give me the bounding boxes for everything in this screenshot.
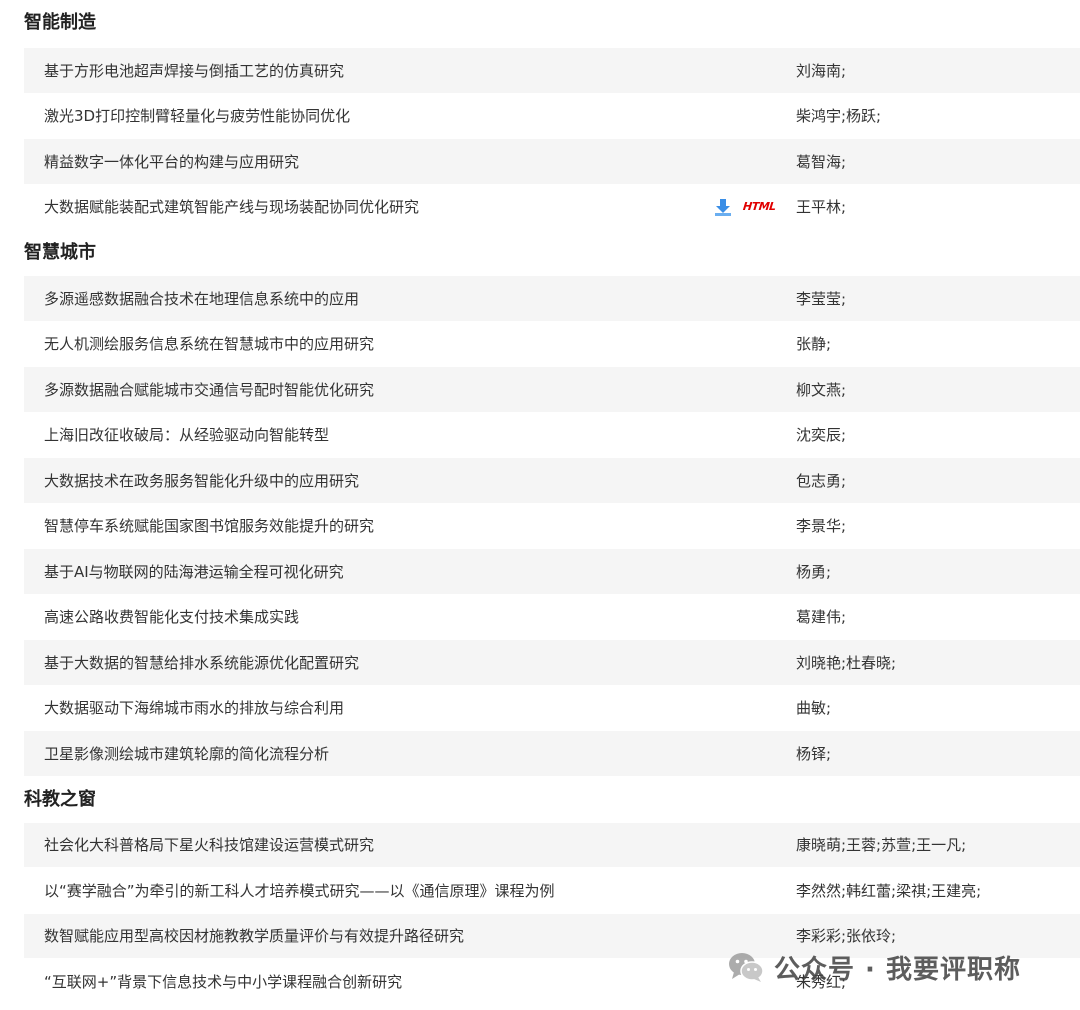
html-fulltext-icon[interactable]: HTML (743, 200, 777, 213)
table-row: 大数据驱动下海绵城市雨水的排放与综合利用 曲敏; (24, 685, 1080, 731)
article-title-link[interactable]: 大数据赋能装配式建筑智能产线与现场装配协同优化研究 (24, 196, 684, 217)
wechat-watermark: 公众号 · 我要评职称 (726, 945, 1021, 989)
article-title-link[interactable]: 高速公路收费智能化支付技术集成实践 (24, 606, 684, 627)
article-title-link[interactable]: 基于大数据的智慧给排水系统能源优化配置研究 (24, 652, 684, 673)
section-title-science-education: 科教之窗 (24, 788, 96, 810)
article-author: 王平林; (796, 198, 847, 217)
article-title-link[interactable]: 基于方形电池超声焊接与倒插工艺的仿真研究 (24, 60, 684, 81)
article-author: 曲敏; (796, 699, 832, 718)
article-author: 刘晓艳;杜春晓; (796, 653, 897, 672)
table-row: 以“赛学融合”为牵引的新工科人才培养模式研究——以《通信原理》课程为例 李然然;… (24, 868, 1080, 914)
table-row: 多源遥感数据融合技术在地理信息系统中的应用 李莹莹; (24, 276, 1080, 322)
article-title-link[interactable]: 基于AI与物联网的陆海港运输全程可视化研究 (24, 561, 684, 582)
article-author: 康晓萌;王蓉;苏萱;王一凡; (796, 836, 967, 855)
article-author: 张静; (796, 335, 832, 354)
article-author: 包志勇; (796, 471, 847, 490)
section-title-smart-city: 智慧城市 (24, 242, 96, 263)
article-author: 葛智海; (796, 152, 847, 171)
article-tools: HTML (684, 197, 796, 217)
table-row: 激光3D打印控制臂轻量化与疲劳性能协同优化 柴鸿宇;杨跃; (24, 93, 1080, 139)
article-author: 李莹莹; (796, 289, 847, 308)
article-list-smart-city: 多源遥感数据融合技术在地理信息系统中的应用 李莹莹; 无人机测绘服务信息系统在智… (24, 276, 1080, 777)
wechat-icon (726, 947, 766, 987)
article-title-link[interactable]: 激光3D打印控制臂轻量化与疲劳性能协同优化 (24, 105, 684, 126)
article-list-intelligent-manufacturing: 基于方形电池超声焊接与倒插工艺的仿真研究 刘海南; 激光3D打印控制臂轻量化与疲… (24, 48, 1080, 230)
article-title-link[interactable]: 社会化大科普格局下星火科技馆建设运营模式研究 (24, 834, 684, 855)
article-author: 柴鸿宇;杨跃; (796, 107, 882, 126)
section-title-intelligent-manufacturing: 智能制造 (24, 12, 96, 33)
article-author: 李然然;韩红蕾;梁祺;王建亮; (796, 881, 982, 900)
article-title-link[interactable]: 多源数据融合赋能城市交通信号配时智能优化研究 (24, 379, 684, 400)
article-title-link[interactable]: 无人机测绘服务信息系统在智慧城市中的应用研究 (24, 333, 684, 354)
article-author: 葛建伟; (796, 608, 847, 627)
table-row: 基于方形电池超声焊接与倒插工艺的仿真研究 刘海南; (24, 48, 1080, 94)
article-title-link[interactable]: 智慧停车系统赋能国家图书馆服务效能提升的研究 (24, 515, 684, 536)
table-row: 基于AI与物联网的陆海港运输全程可视化研究 杨勇; (24, 549, 1080, 595)
table-row: 高速公路收费智能化支付技术集成实践 葛建伟; (24, 594, 1080, 640)
article-author: 杨勇; (796, 562, 832, 581)
article-author: 李彩彩;张依玲; (796, 927, 897, 946)
article-title-link[interactable]: 大数据技术在政务服务智能化升级中的应用研究 (24, 470, 684, 491)
article-author: 柳文燕; (796, 380, 847, 399)
table-row: 无人机测绘服务信息系统在智慧城市中的应用研究 张静; (24, 321, 1080, 367)
article-title-link[interactable]: 数智赋能应用型高校因材施教教学质量评价与有效提升路径研究 (24, 925, 684, 946)
article-catalog-page: 智能制造 基于方形电池超声焊接与倒插工艺的仿真研究 刘海南; 激光3D打印控制臂… (0, 0, 1080, 1010)
article-title-link[interactable]: “互联网+”背景下信息技术与中小学课程融合创新研究 (24, 971, 684, 992)
article-title-link[interactable]: 卫星影像测绘城市建筑轮廓的简化流程分析 (24, 743, 684, 764)
table-row: 大数据赋能装配式建筑智能产线与现场装配协同优化研究 HTML 王平林; (24, 184, 1080, 230)
article-author: 刘海南; (796, 61, 847, 80)
article-title-link[interactable]: 以“赛学融合”为牵引的新工科人才培养模式研究——以《通信原理》课程为例 (24, 880, 684, 901)
article-author: 杨铎; (796, 744, 832, 763)
watermark-text: 公众号 · 我要评职称 (774, 954, 1021, 985)
table-row: 多源数据融合赋能城市交通信号配时智能优化研究 柳文燕; (24, 367, 1080, 413)
article-title-link[interactable]: 上海旧改征收破局：从经验驱动向智能转型 (24, 424, 684, 445)
article-author: 沈奕辰; (796, 426, 847, 445)
table-row: 社会化大科普格局下星火科技馆建设运营模式研究 康晓萌;王蓉;苏萱;王一凡; (24, 822, 1080, 868)
table-row: 大数据技术在政务服务智能化升级中的应用研究 包志勇; (24, 458, 1080, 504)
table-row: 卫星影像测绘城市建筑轮廓的简化流程分析 杨铎; (24, 731, 1080, 777)
download-icon[interactable] (713, 197, 733, 217)
table-row: 基于大数据的智慧给排水系统能源优化配置研究 刘晓艳;杜春晓; (24, 640, 1080, 686)
article-title-link[interactable]: 精益数字一体化平台的构建与应用研究 (24, 151, 684, 172)
article-title-link[interactable]: 多源遥感数据融合技术在地理信息系统中的应用 (24, 288, 684, 309)
table-row: 上海旧改征收破局：从经验驱动向智能转型 沈奕辰; (24, 412, 1080, 458)
table-row: 智慧停车系统赋能国家图书馆服务效能提升的研究 李景华; (24, 503, 1080, 549)
article-author: 李景华; (796, 517, 847, 536)
table-row: 精益数字一体化平台的构建与应用研究 葛智海; (24, 139, 1080, 185)
article-title-link[interactable]: 大数据驱动下海绵城市雨水的排放与综合利用 (24, 697, 684, 718)
